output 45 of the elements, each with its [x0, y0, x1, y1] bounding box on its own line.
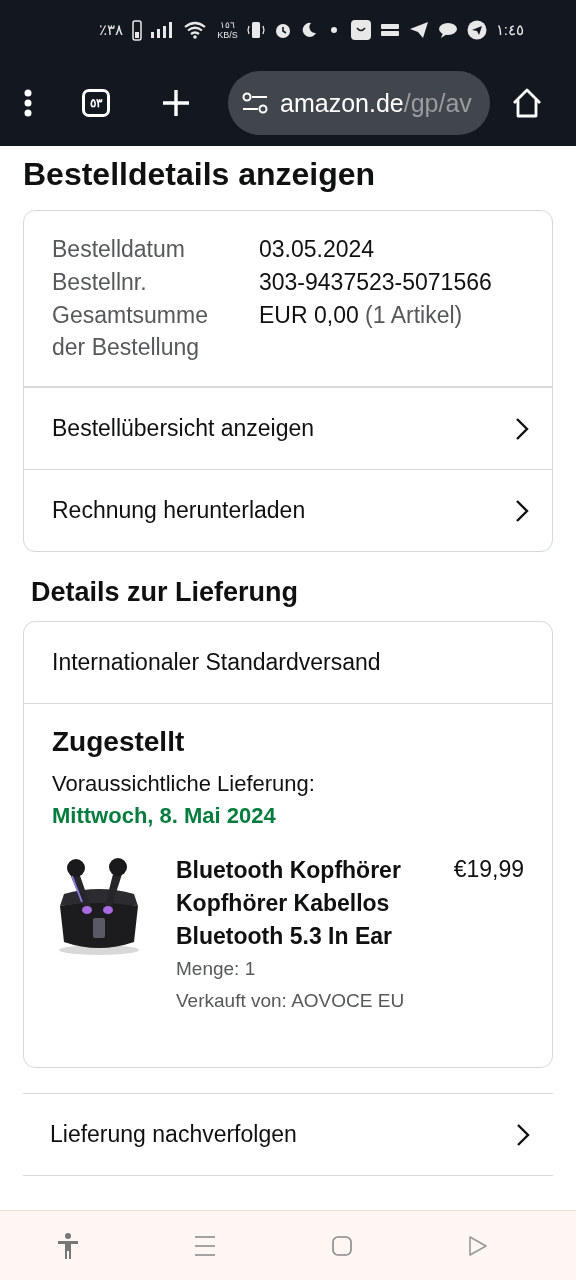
url-text: amazon.de/gp/av [280, 88, 472, 118]
site-settings-icon [242, 92, 268, 114]
clock: ١:٤٥ [495, 21, 524, 39]
home-icon[interactable] [512, 88, 542, 118]
menu-icon[interactable] [24, 89, 32, 117]
section-heading: Details zur Lieferung [31, 577, 300, 608]
delivery-date: Mittwoch, 8. Mai 2024 [52, 802, 277, 830]
alarm-icon [273, 21, 292, 39]
tab-count-button[interactable]: ٥٣ [82, 89, 110, 117]
quantity: Menge: 1 [176, 957, 257, 981]
seller: Verkauft von: AOVOCE EU [176, 989, 406, 1013]
field-label: Bestellnr. [52, 268, 148, 297]
paper-plane-circle-icon [466, 20, 487, 40]
speed-value: ١٥٦ [220, 20, 236, 30]
price: €19,99 [453, 856, 524, 883]
battery-icon [132, 19, 143, 41]
estimate-label: Voraussichtliche Lieferung: [52, 770, 316, 798]
product-title[interactable]: Bluetooth Kopfhörer Kopfhörer Kabellos Bluetooth 5.3 In Ear [176, 854, 416, 953]
field-label: Gesamtsumme der Bestellung [52, 301, 209, 362]
link-row[interactable]: Lieferung nachverfolgen [23, 1094, 553, 1175]
field-value: 03.05.2024 [259, 235, 376, 264]
plus-icon[interactable] [162, 89, 190, 117]
field-value: EUR 0,00 (1 Artikel) [259, 301, 464, 330]
delivery-status: Zugestellt [52, 726, 186, 758]
shipping-method: Internationaler Standardversand [24, 622, 552, 704]
shopping-bag-icon [350, 20, 371, 40]
accessibility-icon[interactable] [58, 1232, 78, 1259]
paper-plane-icon [408, 21, 429, 39]
battery-percent: ٪٣٨ [99, 21, 124, 39]
link-row[interactable]: Bestellübersicht anzeigen [24, 387, 552, 469]
recent-apps-icon[interactable] [194, 1234, 216, 1257]
field-label: Bestelldatum [52, 235, 186, 264]
address-bar[interactable]: amazon.de/gp/av [228, 71, 490, 135]
chevron-right-icon [514, 498, 530, 523]
link-row[interactable]: Rechnung herunterladen [24, 469, 552, 551]
moon-icon [300, 22, 317, 38]
home-button-icon[interactable] [332, 1235, 352, 1256]
back-icon[interactable] [468, 1234, 488, 1257]
speed-unit: KB/S [217, 30, 238, 40]
field-value: 303-9437523-5071566 [259, 268, 493, 297]
chevron-right-icon [514, 416, 530, 441]
page-title: Bestelldetails anzeigen [23, 156, 377, 193]
vibrate-icon [246, 21, 265, 39]
chat-icon [437, 21, 458, 39]
chevron-right-icon [515, 1122, 531, 1147]
